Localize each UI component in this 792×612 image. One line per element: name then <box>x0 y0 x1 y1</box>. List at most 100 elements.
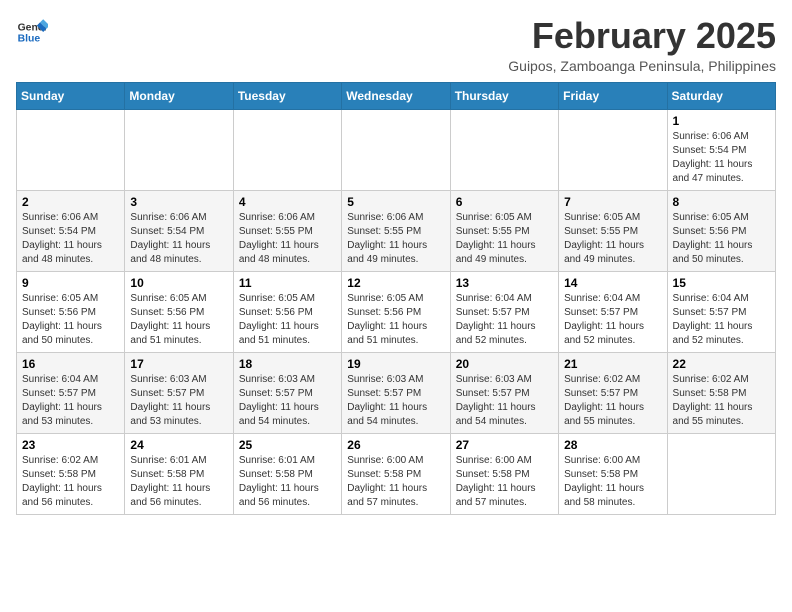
day-number: 14 <box>564 276 661 290</box>
calendar-cell: 25 Sunrise: 6:01 AM Sunset: 5:58 PM Dayli… <box>233 433 341 514</box>
weekday-header-thursday: Thursday <box>450 82 558 109</box>
calendar-cell: 11 Sunrise: 6:05 AM Sunset: 5:56 PM Dayli… <box>233 271 341 352</box>
day-info: Sunrise: 6:05 AM Sunset: 5:55 PM Dayligh… <box>564 211 661 267</box>
weekday-header-saturday: Saturday <box>667 82 775 109</box>
day-info: Sunrise: 6:03 AM Sunset: 5:57 PM Dayligh… <box>130 373 227 429</box>
day-number: 4 <box>239 195 336 209</box>
day-info: Sunrise: 6:01 AM Sunset: 5:58 PM Dayligh… <box>130 454 227 510</box>
day-info: Sunrise: 6:05 AM Sunset: 5:56 PM Dayligh… <box>347 292 444 348</box>
calendar-table: SundayMondayTuesdayWednesdayThursdayFrid… <box>16 82 776 515</box>
calendar-cell <box>125 109 233 190</box>
calendar-cell: 20 Sunrise: 6:03 AM Sunset: 5:57 PM Dayli… <box>450 352 558 433</box>
day-info: Sunrise: 6:03 AM Sunset: 5:57 PM Dayligh… <box>456 373 553 429</box>
day-number: 28 <box>564 438 661 452</box>
day-info: Sunrise: 6:05 AM Sunset: 5:56 PM Dayligh… <box>130 292 227 348</box>
calendar-cell: 17 Sunrise: 6:03 AM Sunset: 5:57 PM Dayli… <box>125 352 233 433</box>
month-title: February 2025 <box>508 16 776 56</box>
day-info: Sunrise: 6:02 AM Sunset: 5:57 PM Dayligh… <box>564 373 661 429</box>
svg-text:Blue: Blue <box>18 34 41 45</box>
day-info: Sunrise: 6:06 AM Sunset: 5:55 PM Dayligh… <box>347 211 444 267</box>
day-info: Sunrise: 6:00 AM Sunset: 5:58 PM Dayligh… <box>564 454 661 510</box>
day-number: 18 <box>239 357 336 371</box>
calendar-cell: 22 Sunrise: 6:02 AM Sunset: 5:58 PM Dayli… <box>667 352 775 433</box>
calendar-cell <box>667 433 775 514</box>
calendar-cell: 16 Sunrise: 6:04 AM Sunset: 5:57 PM Dayli… <box>17 352 125 433</box>
weekday-header-wednesday: Wednesday <box>342 82 450 109</box>
day-info: Sunrise: 6:02 AM Sunset: 5:58 PM Dayligh… <box>673 373 770 429</box>
calendar-cell <box>450 109 558 190</box>
day-number: 27 <box>456 438 553 452</box>
day-number: 7 <box>564 195 661 209</box>
calendar-cell: 3 Sunrise: 6:06 AM Sunset: 5:54 PM Daylig… <box>125 190 233 271</box>
day-info: Sunrise: 6:04 AM Sunset: 5:57 PM Dayligh… <box>673 292 770 348</box>
weekday-header-tuesday: Tuesday <box>233 82 341 109</box>
day-info: Sunrise: 6:06 AM Sunset: 5:54 PM Dayligh… <box>673 130 770 186</box>
title-area: February 2025 Guipos, Zamboanga Peninsul… <box>508 16 776 74</box>
day-info: Sunrise: 6:05 AM Sunset: 5:56 PM Dayligh… <box>239 292 336 348</box>
calendar-cell: 8Sunrise: 6:05 AM Sunset: 5:56 PM Daylig… <box>667 190 775 271</box>
day-number: 23 <box>22 438 119 452</box>
calendar-cell: 1 Sunrise: 6:06 AM Sunset: 5:54 PM Daylig… <box>667 109 775 190</box>
calendar-cell: 6 Sunrise: 6:05 AM Sunset: 5:55 PM Daylig… <box>450 190 558 271</box>
day-info: Sunrise: 6:05 AM Sunset: 5:56 PM Dayligh… <box>22 292 119 348</box>
day-info: Sunrise: 6:03 AM Sunset: 5:57 PM Dayligh… <box>347 373 444 429</box>
day-info: Sunrise: 6:04 AM Sunset: 5:57 PM Dayligh… <box>22 373 119 429</box>
calendar-cell: 27 Sunrise: 6:00 AM Sunset: 5:58 PM Dayli… <box>450 433 558 514</box>
day-number: 17 <box>130 357 227 371</box>
weekday-header-row: SundayMondayTuesdayWednesdayThursdayFrid… <box>17 82 776 109</box>
day-number: 26 <box>347 438 444 452</box>
calendar-cell <box>233 109 341 190</box>
day-number: 1 <box>673 114 770 128</box>
day-number: 10 <box>130 276 227 290</box>
weekday-header-monday: Monday <box>125 82 233 109</box>
day-number: 5 <box>347 195 444 209</box>
day-number: 3 <box>130 195 227 209</box>
day-number: 16 <box>22 357 119 371</box>
day-number: 25 <box>239 438 336 452</box>
day-info: Sunrise: 6:04 AM Sunset: 5:57 PM Dayligh… <box>564 292 661 348</box>
day-info: Sunrise: 6:01 AM Sunset: 5:58 PM Dayligh… <box>239 454 336 510</box>
calendar-cell: 28 Sunrise: 6:00 AM Sunset: 5:58 PM Dayli… <box>559 433 667 514</box>
calendar-cell: 10 Sunrise: 6:05 AM Sunset: 5:56 PM Dayli… <box>125 271 233 352</box>
day-number: 15 <box>673 276 770 290</box>
day-number: 9 <box>22 276 119 290</box>
calendar-cell: 23 Sunrise: 6:02 AM Sunset: 5:58 PM Dayli… <box>17 433 125 514</box>
day-info: Sunrise: 6:03 AM Sunset: 5:57 PM Dayligh… <box>239 373 336 429</box>
day-info: Sunrise: 6:04 AM Sunset: 5:57 PM Dayligh… <box>456 292 553 348</box>
day-number: 20 <box>456 357 553 371</box>
weekday-header-friday: Friday <box>559 82 667 109</box>
calendar-week-row: 1 Sunrise: 6:06 AM Sunset: 5:54 PM Daylig… <box>17 109 776 190</box>
location-subtitle: Guipos, Zamboanga Peninsula, Philippines <box>508 58 776 74</box>
day-number: 2 <box>22 195 119 209</box>
day-info: Sunrise: 6:02 AM Sunset: 5:58 PM Dayligh… <box>22 454 119 510</box>
day-info: Sunrise: 6:00 AM Sunset: 5:58 PM Dayligh… <box>456 454 553 510</box>
calendar-cell: 26 Sunrise: 6:00 AM Sunset: 5:58 PM Dayli… <box>342 433 450 514</box>
calendar-cell: 4 Sunrise: 6:06 AM Sunset: 5:55 PM Daylig… <box>233 190 341 271</box>
calendar-cell: 13 Sunrise: 6:04 AM Sunset: 5:57 PM Dayli… <box>450 271 558 352</box>
day-info: Sunrise: 6:00 AM Sunset: 5:58 PM Dayligh… <box>347 454 444 510</box>
day-number: 6 <box>456 195 553 209</box>
calendar-cell: 2 Sunrise: 6:06 AM Sunset: 5:54 PM Daylig… <box>17 190 125 271</box>
weekday-header-sunday: Sunday <box>17 82 125 109</box>
day-info: Sunrise: 6:06 AM Sunset: 5:54 PM Dayligh… <box>22 211 119 267</box>
calendar-cell: 21Sunrise: 6:02 AM Sunset: 5:57 PM Dayli… <box>559 352 667 433</box>
day-number: 11 <box>239 276 336 290</box>
calendar-cell: 19Sunrise: 6:03 AM Sunset: 5:57 PM Dayli… <box>342 352 450 433</box>
day-info: Sunrise: 6:06 AM Sunset: 5:55 PM Dayligh… <box>239 211 336 267</box>
calendar-week-row: 9 Sunrise: 6:05 AM Sunset: 5:56 PM Daylig… <box>17 271 776 352</box>
calendar-cell: 15 Sunrise: 6:04 AM Sunset: 5:57 PM Dayli… <box>667 271 775 352</box>
calendar-week-row: 2 Sunrise: 6:06 AM Sunset: 5:54 PM Daylig… <box>17 190 776 271</box>
calendar-cell: 9 Sunrise: 6:05 AM Sunset: 5:56 PM Daylig… <box>17 271 125 352</box>
calendar-cell: 14 Sunrise: 6:04 AM Sunset: 5:57 PM Dayli… <box>559 271 667 352</box>
calendar-week-row: 16 Sunrise: 6:04 AM Sunset: 5:57 PM Dayli… <box>17 352 776 433</box>
day-info: Sunrise: 6:05 AM Sunset: 5:56 PM Dayligh… <box>673 211 770 267</box>
calendar-cell <box>17 109 125 190</box>
day-number: 13 <box>456 276 553 290</box>
day-number: 22 <box>673 357 770 371</box>
day-info: Sunrise: 6:06 AM Sunset: 5:54 PM Dayligh… <box>130 211 227 267</box>
day-number: 12 <box>347 276 444 290</box>
day-info: Sunrise: 6:05 AM Sunset: 5:55 PM Dayligh… <box>456 211 553 267</box>
calendar-cell: 12 Sunrise: 6:05 AM Sunset: 5:56 PM Dayli… <box>342 271 450 352</box>
calendar-cell <box>342 109 450 190</box>
logo: General Blue <box>16 16 48 48</box>
